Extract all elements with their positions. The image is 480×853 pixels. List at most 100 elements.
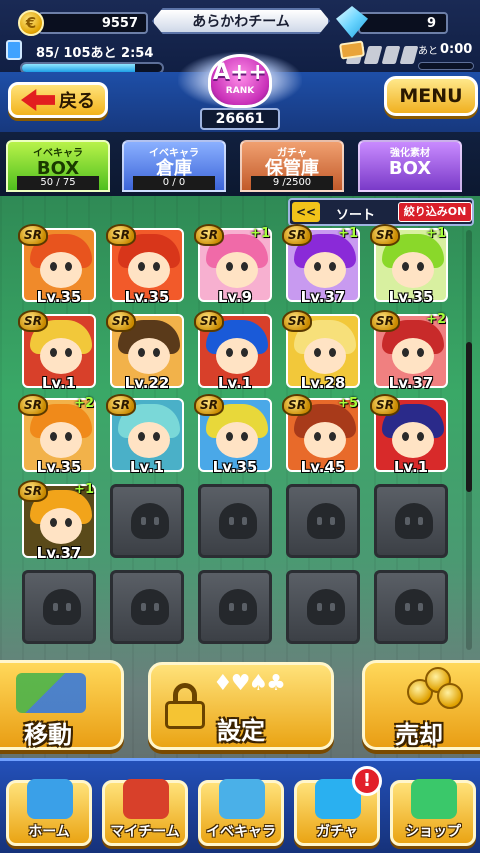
lock-icon: [165, 683, 205, 729]
rarity-badge: SR: [370, 224, 400, 246]
level-label: Lv.22: [124, 374, 170, 392]
character-card[interactable]: SR +2 Lv.35: [18, 394, 96, 476]
character-card[interactable]: SR Lv.35: [18, 224, 96, 306]
tab-material-box[interactable]: 強化素材 BOX: [358, 140, 462, 192]
character-card[interactable]: SR +2 Lv.37: [370, 310, 448, 392]
ticket-timer: 0:00: [440, 42, 473, 57]
level-label: Lv.37: [36, 544, 82, 562]
helmet-placeholder-icon: [131, 589, 169, 625]
plus-badge: +2: [426, 312, 446, 327]
ticket-timer-label: あと: [418, 46, 438, 57]
character-card[interactable]: SR Lv.1: [106, 394, 184, 476]
character-card[interactable]: SR +1 Lv.35: [370, 224, 448, 306]
character-card[interactable]: SR Lv.22: [106, 310, 184, 392]
helmet-placeholder-icon: [219, 503, 257, 539]
empty-slot[interactable]: [374, 484, 448, 558]
sell-button[interactable]: 売却: [362, 660, 480, 750]
helmet-placeholder-icon: [395, 589, 433, 625]
nav-label: ガチャ: [316, 824, 358, 840]
nav-item[interactable]: ホーム: [6, 779, 92, 846]
team-icon: [123, 779, 169, 819]
rarity-badge: SR: [194, 310, 224, 332]
character-card[interactable]: SR +1 Lv.9: [194, 224, 272, 306]
tab-count: 50 / 75: [17, 176, 99, 190]
rarity-badge: SR: [106, 310, 136, 332]
team-rank-badge[interactable]: A++ RANK 26661: [178, 46, 302, 132]
ticket-bar: [418, 62, 474, 70]
ticket-slot: [363, 46, 383, 64]
rarity-badge: SR: [370, 394, 400, 416]
rarity-badge: SR: [106, 394, 136, 416]
empty-slot[interactable]: [22, 570, 96, 644]
back-button[interactable]: 戻る: [8, 82, 108, 118]
empty-slot[interactable]: [286, 570, 360, 644]
move-button[interactable]: 移動: [0, 660, 124, 750]
event-character-icon: [219, 779, 265, 819]
rarity-badge: SR: [106, 224, 136, 246]
level-label: Lv.28: [300, 374, 346, 392]
ticket-slot: [381, 46, 401, 64]
level-label: Lv.37: [388, 374, 434, 392]
character-card[interactable]: SR Lv.35: [194, 394, 272, 476]
rank-grade: A++: [213, 60, 267, 85]
plus-badge: +5: [338, 396, 358, 411]
team-name[interactable]: あらかわチーム: [152, 8, 330, 34]
plus-badge: +2: [74, 396, 94, 411]
nav-item[interactable]: イベキャラ: [198, 779, 284, 846]
character-card[interactable]: SR +1 Lv.37: [18, 480, 96, 562]
nav-item[interactable]: ショップ: [390, 779, 476, 846]
plus-badge: +1: [250, 226, 270, 241]
nav-item[interactable]: マイチーム: [102, 779, 188, 846]
tab-count: 9 /2500: [251, 176, 333, 190]
rarity-badge: SR: [18, 310, 48, 332]
sort-button[interactable]: ソート: [336, 204, 375, 223]
tab-small-label: 強化素材: [390, 148, 430, 159]
level-label: Lv.35: [36, 458, 82, 476]
sort-bar: << ソート 絞り込みON: [288, 198, 474, 226]
empty-slot[interactable]: [374, 570, 448, 644]
level-label: Lv.45: [300, 458, 346, 476]
rank-value: 26661: [200, 108, 280, 130]
level-label: Lv.1: [41, 374, 77, 392]
empty-slot[interactable]: [198, 570, 272, 644]
level-label: Lv.1: [217, 374, 253, 392]
settings-button[interactable]: ♦♥♠♣ 設定: [148, 662, 334, 750]
rarity-badge: SR: [282, 394, 312, 416]
sell-button-label: 売却: [395, 721, 443, 749]
plus-badge: +1: [74, 482, 94, 497]
stamina-icon: [6, 40, 22, 60]
rarity-badge: SR: [194, 224, 224, 246]
move-button-label: 移動: [24, 721, 72, 749]
empty-slot[interactable]: [198, 484, 272, 558]
empty-slot[interactable]: [110, 570, 184, 644]
level-label: Lv.35: [124, 288, 170, 306]
filter-button[interactable]: 絞り込みON: [398, 202, 472, 222]
character-card[interactable]: SR Lv.1: [18, 310, 96, 392]
character-card[interactable]: SR Lv.1: [194, 310, 272, 392]
empty-slot[interactable]: [286, 484, 360, 558]
ticket-icon: [339, 40, 365, 60]
character-card[interactable]: SR +1 Lv.37: [282, 224, 360, 306]
ticket-slot: [399, 46, 419, 64]
tab-small-label: ガチャ: [277, 148, 307, 159]
character-card[interactable]: SR +5 Lv.45: [282, 394, 360, 476]
helmet-placeholder-icon: [395, 503, 433, 539]
settings-button-label: 設定: [217, 717, 265, 745]
stamina-bar-fill: [22, 64, 136, 72]
menu-button[interactable]: MENU: [384, 76, 478, 116]
plus-badge: +1: [426, 226, 446, 241]
character-card[interactable]: SR Lv.35: [106, 224, 184, 306]
tab-count: 0 / 0: [133, 176, 215, 190]
rarity-badge: SR: [282, 224, 312, 246]
sort-toggle-button[interactable]: <<: [292, 202, 320, 222]
gem-counter[interactable]: 9: [358, 12, 448, 34]
coins-icon: [407, 667, 467, 709]
character-card[interactable]: SR Lv.1: [370, 394, 448, 476]
level-label: Lv.9: [217, 288, 253, 306]
scrollbar-thumb[interactable]: [466, 342, 472, 492]
empty-slot[interactable]: [110, 484, 184, 558]
character-card[interactable]: SR Lv.28: [282, 310, 360, 392]
helmet-placeholder-icon: [219, 589, 257, 625]
helmet-placeholder-icon: [131, 503, 169, 539]
nav-label: ホーム: [28, 824, 70, 840]
